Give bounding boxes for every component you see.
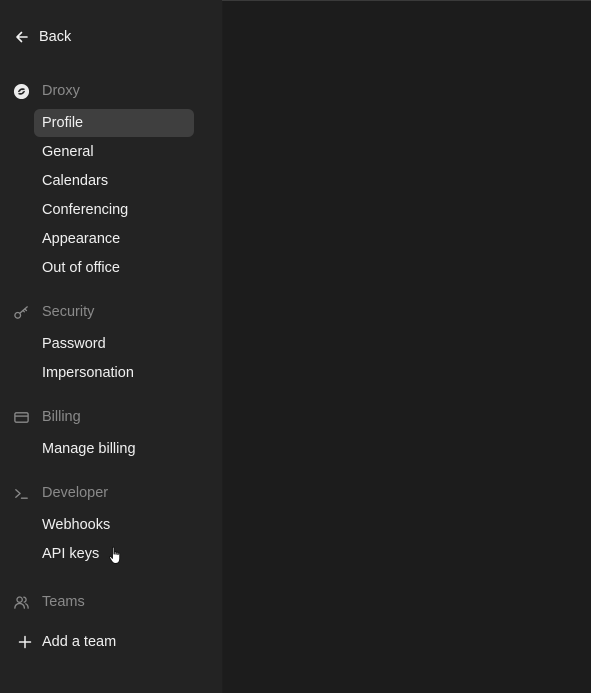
nav-item-general[interactable]: General — [34, 138, 194, 166]
nav-item-password[interactable]: Password — [34, 330, 194, 358]
plus-icon — [18, 635, 32, 649]
brand-icon — [13, 83, 30, 100]
settings-window: Back Droxy Profile General Calendars Con… — [0, 0, 591, 693]
arrow-left-icon — [16, 31, 28, 43]
credit-card-icon — [13, 409, 30, 426]
nav-item-manage-billing[interactable]: Manage billing — [34, 435, 194, 463]
section-title: Security — [42, 304, 95, 320]
add-team-label: Add a team — [42, 634, 117, 650]
main-content — [222, 0, 591, 693]
back-button[interactable]: Back — [14, 25, 71, 49]
section-teams: Teams — [13, 591, 85, 613]
section-billing: Billing — [13, 406, 81, 428]
section-developer: Developer — [13, 482, 108, 504]
section-title: Developer — [42, 485, 109, 501]
add-team-button[interactable]: Add a team — [18, 630, 116, 654]
section-droxy: Droxy — [13, 80, 80, 102]
nav-item-out-of-office[interactable]: Out of office — [34, 254, 194, 282]
nav-item-impersonation[interactable]: Impersonation — [34, 359, 194, 387]
section-title: Billing — [42, 409, 81, 425]
hand-pointer-icon — [109, 546, 121, 564]
terminal-icon — [13, 485, 30, 502]
section-title: Teams — [42, 594, 85, 610]
back-label: Back — [39, 29, 72, 45]
settings-sidebar: Back Droxy Profile General Calendars Con… — [0, 0, 222, 693]
nav-item-appearance[interactable]: Appearance — [34, 225, 194, 253]
nav-item-calendars[interactable]: Calendars — [34, 167, 194, 195]
nav-item-conferencing[interactable]: Conferencing — [34, 196, 194, 224]
key-icon — [13, 304, 30, 321]
users-icon — [13, 594, 30, 611]
nav-item-webhooks[interactable]: Webhooks — [34, 511, 194, 539]
nav-item-profile[interactable]: Profile — [34, 109, 194, 137]
section-title: Droxy — [42, 83, 80, 99]
section-security: Security — [13, 301, 94, 323]
